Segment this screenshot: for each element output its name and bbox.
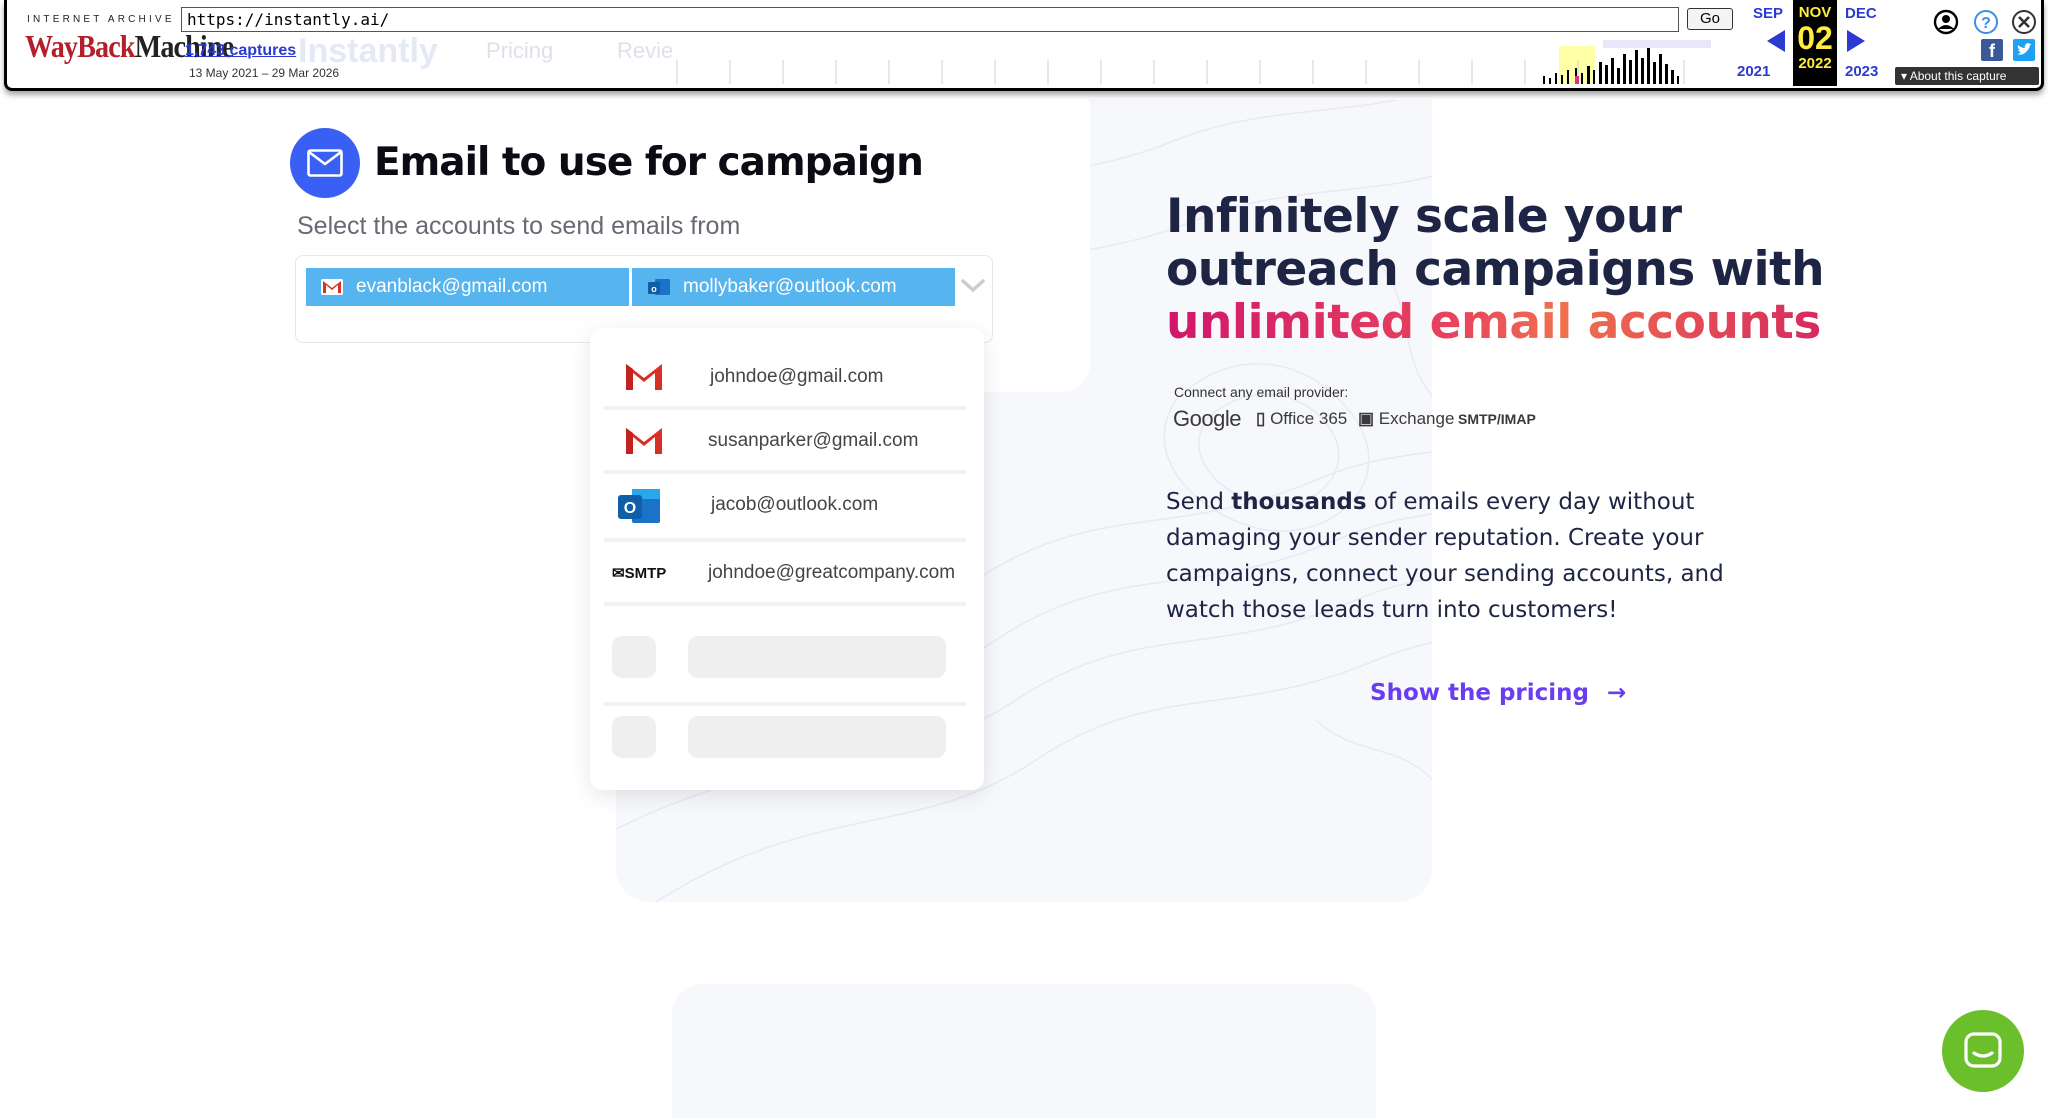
dropdown-option[interactable]: O jacob@outlook.com <box>604 474 966 542</box>
prev-capture-arrow-icon[interactable] <box>1767 30 1785 52</box>
capture-sparkline[interactable] <box>675 40 1711 84</box>
campaign-subtitle: Select the accounts to send emails from <box>297 212 741 240</box>
help-icon[interactable]: ? <box>1973 9 1999 35</box>
exchange-label: Exchange <box>1378 409 1455 428</box>
chat-icon <box>1964 1032 2002 1068</box>
current-month: NOV <box>1798 4 1832 21</box>
svg-text:O: O <box>624 500 636 517</box>
smtp-imap-logo: SMTP/IMAP <box>1458 411 1536 427</box>
current-year: 2022 <box>1798 55 1832 72</box>
loading-option-placeholder <box>604 706 966 770</box>
gmail-icon <box>321 279 343 295</box>
provider-label: Connect any email provider: <box>1174 384 1349 400</box>
dropdown-option[interactable]: susanparker@gmail.com <box>604 410 966 474</box>
nav-pricing[interactable]: Pricing <box>486 38 553 64</box>
hero-description: Send thousands of emails every day witho… <box>1166 484 1766 628</box>
next-capture-arrow-icon[interactable] <box>1847 30 1865 52</box>
dropdown-option-email: jacob@outlook.com <box>711 494 879 515</box>
captures-link[interactable]: 1,743 captures <box>185 42 296 60</box>
about-capture-button[interactable]: ▾ About this capture <box>1895 67 2039 85</box>
skeleton-label <box>688 636 946 678</box>
mail-badge <box>290 128 360 198</box>
skeleton-icon <box>612 636 656 678</box>
selected-account-chip[interactable]: evanblack@gmail.com <box>306 268 629 306</box>
current-day: 02 <box>1797 20 1833 56</box>
hero-description-prefix: Send <box>1166 489 1232 515</box>
envelope-icon <box>307 149 343 177</box>
show-pricing-label: Show the pricing <box>1370 680 1590 706</box>
next-year-link[interactable]: 2023 <box>1845 63 1878 80</box>
user-account-icon[interactable] <box>1933 9 1959 35</box>
outlook-icon: O <box>618 489 660 523</box>
prev-year-link[interactable]: 2021 <box>1737 63 1770 80</box>
chat-launcher-button[interactable] <box>1942 1010 2024 1092</box>
dropdown-option-email: susanparker@gmail.com <box>708 430 919 451</box>
gmail-icon <box>626 364 662 390</box>
wayback-logo-red: WayBack <box>25 28 136 64</box>
office365-label: Office 365 <box>1270 409 1348 428</box>
facebook-share-icon[interactable]: f <box>1981 39 2003 61</box>
dropdown-option-email: johndoe@greatcompany.com <box>708 562 956 583</box>
svg-text:?: ? <box>1981 15 1991 32</box>
chevron-down-icon[interactable] <box>960 277 986 295</box>
hero-heading-highlight: unlimited email accounts <box>1166 296 1824 349</box>
office365-logo: ▯ Office 365 <box>1256 409 1347 429</box>
wayback-logo-caption: INTERNET ARCHIVE <box>27 14 175 25</box>
exchange-logo: ▣ Exchange <box>1358 409 1454 429</box>
dropdown-option-email: johndoe@gmail.com <box>710 366 884 387</box>
close-icon[interactable] <box>2011 9 2037 35</box>
account-dropdown: johndoe@gmail.com susanparker@gmail.com … <box>590 328 984 790</box>
current-capture-date: NOV 02 2022 <box>1793 0 1837 86</box>
selected-account-email: evanblack@gmail.com <box>356 276 548 297</box>
campaign-title: Email to use for campaign <box>374 140 924 185</box>
show-pricing-link[interactable]: Show the pricing → <box>1370 680 1626 706</box>
hero-heading-line: Infinitely scale your <box>1166 189 1682 244</box>
outlook-icon: o <box>648 279 670 295</box>
office-icon: ▯ <box>1256 409 1271 428</box>
go-button[interactable]: Go <box>1687 8 1733 30</box>
exchange-icon: ▣ <box>1358 409 1379 428</box>
next-month-link[interactable]: DEC <box>1845 5 1877 22</box>
twitter-share-icon[interactable] <box>2013 39 2035 61</box>
skeleton-icon <box>612 716 656 758</box>
loading-option-placeholder <box>604 618 966 706</box>
dropdown-option[interactable]: johndoe@gmail.com <box>604 346 966 410</box>
next-section-card <box>672 984 1376 1118</box>
smtp-icon: ✉SMTP <box>612 565 667 582</box>
about-capture-label: About this capture <box>1909 69 2007 83</box>
wayback-url-input[interactable]: https://instantly.ai/ <box>181 7 1679 32</box>
smtp-icon-text: SMTP <box>624 565 667 582</box>
hero-description-bold: thousands <box>1231 489 1367 515</box>
nav-reviews[interactable]: Revie <box>617 38 673 64</box>
dropdown-option[interactable]: ✉SMTP johndoe@greatcompany.com <box>604 542 966 606</box>
site-brand[interactable]: Instantly <box>298 32 438 71</box>
selected-account-email: mollybaker@outlook.com <box>683 276 897 297</box>
hero-heading-line: outreach campaigns with <box>1166 242 1825 297</box>
hero-heading: Infinitely scale your outreach campaigns… <box>1166 189 1825 349</box>
arrow-right-icon: → <box>1607 680 1627 706</box>
skeleton-label <box>688 716 946 758</box>
selected-account-chip[interactable]: o mollybaker@outlook.com <box>632 268 955 306</box>
caret-down-icon: ▾ <box>1901 69 1910 83</box>
prev-month-link[interactable]: SEP <box>1753 5 1783 22</box>
gmail-icon <box>626 428 662 454</box>
google-logo: Google <box>1173 406 1241 431</box>
svg-text:o: o <box>651 284 657 294</box>
